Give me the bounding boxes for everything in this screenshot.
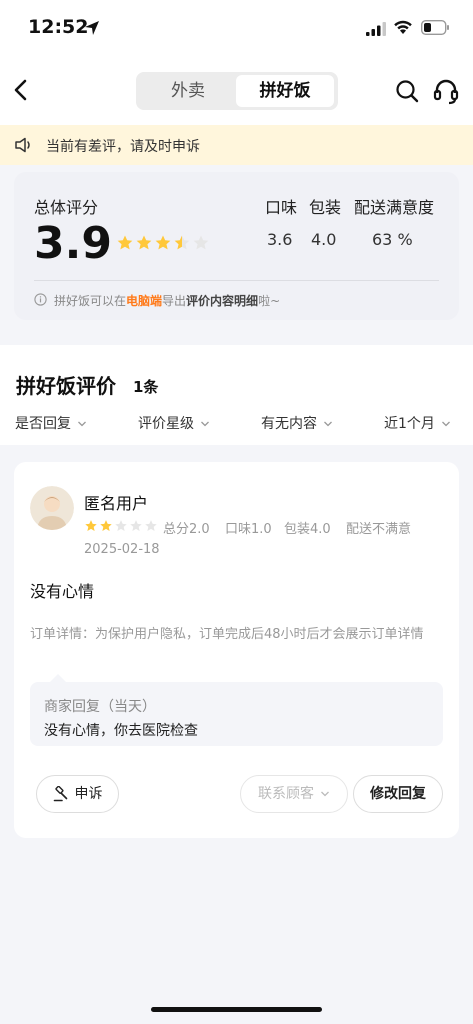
order-detail-notice: 订单详情：为保护用户隐私，订单完成后48小时后才会展示订单详情 [30,627,424,642]
reply-pointer [50,674,66,682]
star-full-icon [155,235,171,250]
filter-label: 是否回复 [15,416,71,432]
divider [34,280,439,281]
filter-replied[interactable]: 是否回复 [15,413,87,433]
overall-score-value: 3.9 [34,218,112,269]
star-half-icon [174,235,190,250]
filter-time-range[interactable]: 近1个月 [384,413,451,433]
platform-segmented-control: 外卖 拼好饭 [136,72,338,110]
complain-button[interactable]: 申诉 [36,775,119,813]
filter-star-level[interactable]: 评价星级 [138,413,210,433]
status-bar: 12:52 [0,0,473,58]
edit-reply-button[interactable]: 修改回复 [353,775,443,813]
review-username: 匿名用户 [84,494,149,513]
star-empty-icon [193,235,209,250]
tip-text-2: 导出 [162,294,187,308]
speaker-icon [15,137,30,153]
review-count: 1条 [133,378,159,396]
chevron-down-icon [324,421,332,427]
tab-waimai[interactable]: 外卖 [140,75,236,107]
info-icon [34,293,47,306]
complain-label: 申诉 [74,786,103,802]
home-indicator[interactable] [151,1007,322,1012]
star-full-icon [136,235,152,250]
review-star-rating [84,518,159,532]
star-empty-icon [145,520,157,531]
review-total-score: 总分2.0 [163,522,210,537]
battery-icon [421,20,449,35]
overall-score-label: 总体评分 [34,198,99,217]
tip-text-3: 啦~ [258,294,281,308]
metric-label-packaging: 包装 [309,198,342,217]
back-arrow-icon[interactable] [12,78,32,102]
metric-label-delivery: 配送满意度 [354,198,435,217]
star-full-icon [85,520,97,531]
tip-text-1: 拼好饭可以在 [54,294,127,308]
overall-score-card: 总体评分 3.9 口味 包装 配送满意度 3.6 4.0 63 % 拼好饭可以在… [14,172,459,320]
notice-text: 当前有差评，请及时申诉 [46,139,200,155]
customer-service-headset-icon[interactable] [432,77,460,105]
review-delivery-rating: 配送不满意 [346,522,412,537]
reply-title: 商家回复（当天） [44,699,156,715]
reply-text: 没有心情，你去医院检查 [44,723,198,739]
chevron-down-icon [321,791,329,797]
filter-label: 近1个月 [384,416,435,432]
metric-value-taste: 3.6 [267,230,293,249]
metric-label-taste: 口味 [265,198,298,217]
star-full-icon [100,520,112,531]
metric-value-packaging: 4.0 [311,230,337,249]
review-card: 匿名用户 总分2.0 口味1.0 包装4.0 配送不满意 2025-02-18 … [14,462,459,838]
review-date: 2025-02-18 [84,542,160,557]
filter-label: 有无内容 [261,416,317,432]
export-tip: 拼好饭可以在电脑端导出评价内容明细啦~ [54,292,280,309]
cellular-signal-icon [366,22,386,36]
location-arrow-icon [85,21,99,35]
tab-pinhaofan[interactable]: 拼好饭 [236,75,334,107]
chevron-down-icon [78,421,86,427]
filter-label: 评价星级 [138,416,194,432]
star-empty-icon [115,520,127,531]
star-full-icon [117,235,133,250]
avatar [30,486,74,530]
search-icon[interactable] [395,79,419,103]
tip-bold-text: 评价内容明细 [186,294,259,308]
section-title: 拼好饭评价 [16,374,116,398]
metric-value-delivery: 63 % [372,230,413,249]
chevron-down-icon [441,421,450,427]
review-content: 没有心情 [30,582,95,601]
overall-star-rating [116,234,211,250]
status-time: 12:52 [28,16,89,38]
review-taste-score: 口味1.0 [225,522,272,537]
star-empty-icon [130,520,142,531]
contact-customer-button[interactable]: 联系顾客 [240,775,348,813]
wifi-icon [394,20,412,34]
merchant-reply: 商家回复（当天） 没有心情，你去医院检查 [30,674,443,746]
filter-has-content[interactable]: 有无内容 [261,413,333,433]
chevron-down-icon [201,421,209,427]
reviews-header: 拼好饭评价 1条 是否回复 评价星级 有无内容 近1个月 [0,345,473,445]
review-packaging-score: 包装4.0 [284,522,331,537]
gavel-icon [53,785,67,802]
top-area: 12:52 外卖 拼好饭 [0,0,473,125]
bad-review-notice-bar[interactable]: 当前有差评，请及时申诉 [0,125,473,165]
contact-label: 联系顾客 [258,786,314,802]
tip-pc-link[interactable]: 电脑端 [126,294,162,308]
